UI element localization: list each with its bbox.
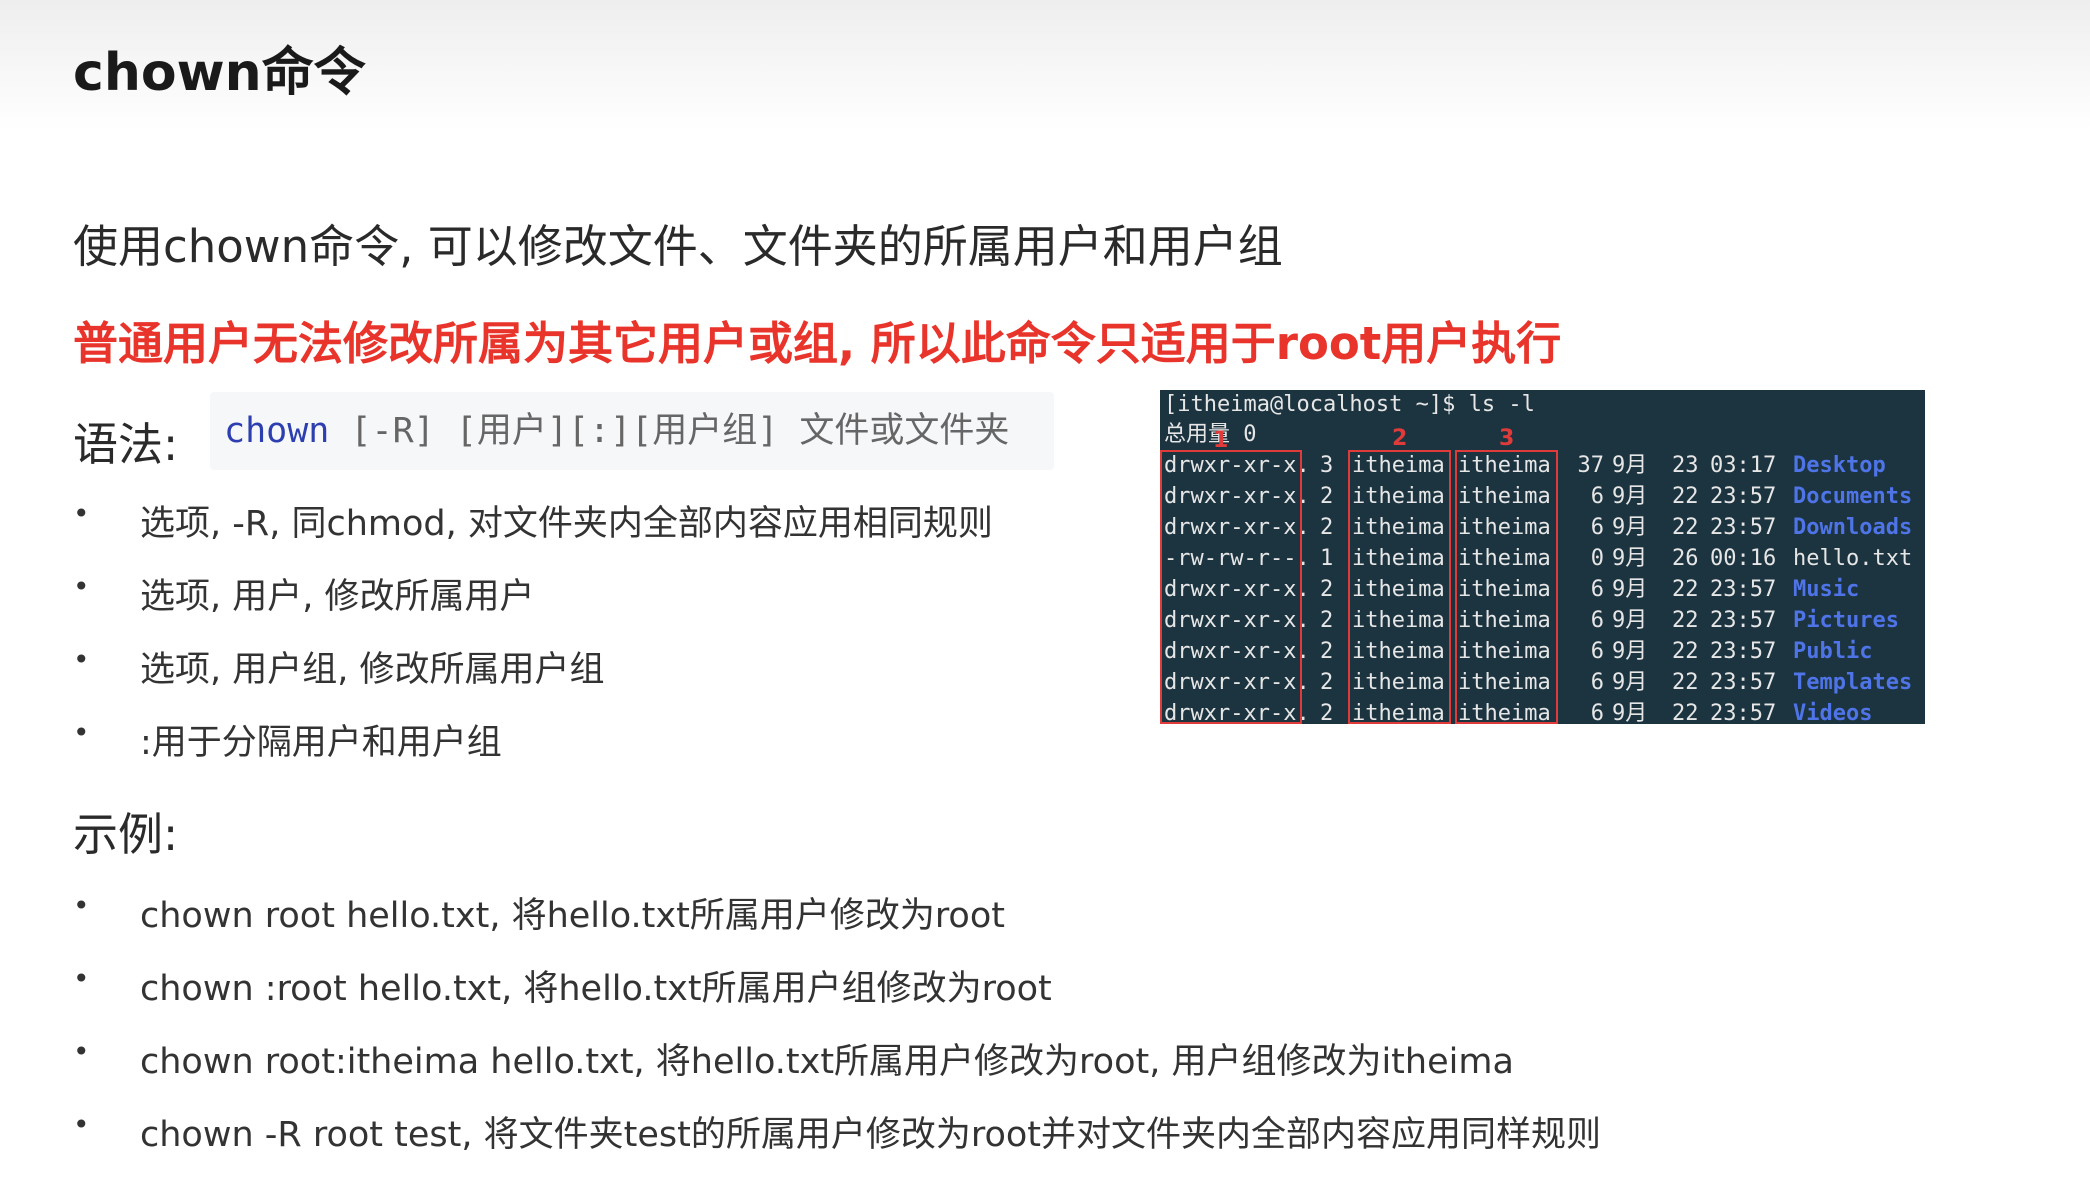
bullet-icon: • — [73, 497, 90, 530]
option-text: 选项, 用户组, 修改所属用户组 — [140, 650, 605, 690]
bullet-icon: • — [73, 889, 90, 922]
option-text: 选项, 用户, 修改所属用户 — [140, 577, 535, 617]
time-cell: 23:57 — [1710, 608, 1777, 633]
syntax-arguments: [-R] [用户][:][用户组] 文件或文件夹 — [329, 411, 1010, 451]
time-cell: 23:57 — [1710, 701, 1777, 724]
user-highlight-box — [1348, 450, 1451, 724]
filename-cell: Music — [1793, 577, 1860, 602]
month-cell: 9月 — [1612, 577, 1648, 602]
bullet-icon: • — [73, 1035, 90, 1068]
day-cell: 22 — [1672, 701, 1699, 724]
bullet-icon: • — [73, 643, 90, 676]
terminal-screenshot: [itheima@localhost ~]$ ls -l 总用量 0 drwxr… — [1160, 390, 1925, 724]
links-cell: 2 — [1320, 639, 1334, 664]
filename-cell: hello.txt — [1793, 546, 1913, 571]
filename-cell: Downloads — [1793, 515, 1913, 540]
month-cell: 9月 — [1612, 546, 1648, 571]
day-cell: 22 — [1672, 670, 1699, 695]
marker-1-label: 1 — [1213, 428, 1229, 453]
month-cell: 9月 — [1612, 453, 1648, 478]
day-cell: 22 — [1672, 608, 1699, 633]
day-cell: 22 — [1672, 577, 1699, 602]
bullet-icon: • — [73, 570, 90, 603]
marker-3-label: 3 — [1499, 426, 1515, 451]
size-cell: 6 — [1590, 608, 1604, 633]
size-cell: 6 — [1590, 484, 1604, 509]
marker-2-label: 2 — [1392, 426, 1408, 451]
month-cell: 9月 — [1612, 484, 1648, 509]
size-cell: 6 — [1590, 670, 1604, 695]
example-text: chown :root hello.txt, 将hello.txt所属用户组修改… — [140, 969, 1052, 1009]
terminal-prompt: [itheima@localhost ~]$ ls -l — [1164, 392, 1535, 417]
time-cell: 23:57 — [1710, 639, 1777, 664]
syntax-code-block: chown [-R] [用户][:][用户组] 文件或文件夹 — [210, 392, 1054, 470]
links-cell: 3 — [1320, 453, 1334, 478]
links-cell: 2 — [1320, 484, 1334, 509]
examples-label: 示例: — [73, 808, 179, 861]
filename-cell: Public — [1793, 639, 1873, 664]
time-cell: 23:57 — [1710, 515, 1777, 540]
links-cell: 2 — [1320, 515, 1334, 540]
time-cell: 23:57 — [1710, 577, 1777, 602]
intro-text: 使用chown命令, 可以修改文件、文件夹的所属用户和用户组 — [73, 220, 1283, 273]
page-title: chown命令 — [73, 43, 366, 103]
filename-cell: Desktop — [1793, 453, 1886, 478]
syntax-command: chown — [224, 411, 330, 451]
example-text: chown root:itheima hello.txt, 将hello.txt… — [140, 1042, 1514, 1082]
day-cell: 26 — [1672, 546, 1699, 571]
permission-highlight-box — [1160, 450, 1302, 724]
size-cell: 6 — [1590, 577, 1604, 602]
example-text: chown -R root test, 将文件夹test的所属用户修改为root… — [140, 1115, 1601, 1155]
day-cell: 22 — [1672, 515, 1699, 540]
size-cell: 6 — [1590, 639, 1604, 664]
size-cell: 6 — [1590, 515, 1604, 540]
month-cell: 9月 — [1612, 608, 1648, 633]
bullet-icon: • — [73, 1108, 90, 1141]
group-highlight-box — [1455, 450, 1558, 724]
links-cell: 2 — [1320, 577, 1334, 602]
warning-text: 普通用户无法修改所属为其它用户或组, 所以此命令只适用于root用户执行 — [73, 317, 1562, 370]
size-cell: 37 — [1577, 453, 1605, 478]
time-cell: 23:57 — [1710, 484, 1777, 509]
example-text: chown root hello.txt, 将hello.txt所属用户修改为r… — [140, 896, 1005, 936]
day-cell: 22 — [1672, 639, 1699, 664]
links-cell: 2 — [1320, 701, 1334, 724]
filename-cell: Documents — [1793, 484, 1913, 509]
option-text: 选项, -R, 同chmod, 对文件夹内全部内容应用相同规则 — [140, 504, 993, 544]
filename-cell: Pictures — [1793, 608, 1899, 633]
month-cell: 9月 — [1612, 701, 1648, 724]
links-cell: 1 — [1320, 546, 1334, 571]
day-cell: 22 — [1672, 484, 1699, 509]
day-cell: 23 — [1672, 453, 1699, 478]
time-cell: 03:17 — [1710, 453, 1777, 478]
filename-cell: Templates — [1793, 670, 1913, 695]
size-cell: 6 — [1590, 701, 1604, 724]
month-cell: 9月 — [1612, 639, 1648, 664]
links-cell: 2 — [1320, 608, 1334, 633]
month-cell: 9月 — [1612, 670, 1648, 695]
option-text: :用于分隔用户和用户组 — [140, 723, 502, 763]
terminal-total: 总用量 0 — [1164, 422, 1257, 447]
filename-cell: Videos — [1793, 701, 1873, 724]
month-cell: 9月 — [1612, 515, 1648, 540]
bullet-icon: • — [73, 962, 90, 995]
time-cell: 00:16 — [1710, 546, 1777, 571]
links-cell: 2 — [1320, 670, 1334, 695]
bullet-icon: • — [73, 716, 90, 749]
time-cell: 23:57 — [1710, 670, 1777, 695]
syntax-label: 语法: — [73, 418, 179, 471]
size-cell: 0 — [1590, 546, 1604, 571]
